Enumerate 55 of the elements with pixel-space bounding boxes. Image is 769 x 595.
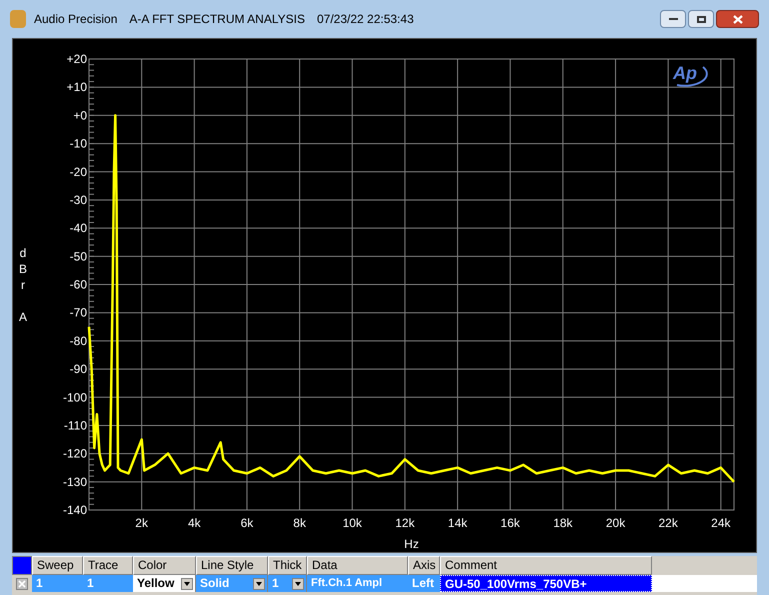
x-tick-label: 4k — [188, 516, 201, 530]
column-header: Sweep — [32, 556, 83, 575]
column-header: Thick — [268, 556, 307, 575]
table-cell: 1 — [83, 575, 133, 592]
y-tick-label: -70 — [70, 306, 87, 320]
x-tick-label: 24k — [711, 516, 731, 530]
y-tick-label: -90 — [70, 362, 87, 376]
x-tick-label: 16k — [500, 516, 520, 530]
y-tick-label: +10 — [66, 80, 87, 94]
y-tick-label: -140 — [62, 503, 87, 517]
logo: Ap — [673, 63, 708, 87]
y-tick-label: -10 — [70, 136, 87, 151]
x-tick-label: 18k — [553, 516, 573, 530]
column-header: Comment — [440, 556, 652, 575]
y-tick-label: -120 — [62, 446, 87, 461]
y-tick-label: -50 — [70, 249, 87, 264]
column-header: Data — [307, 556, 408, 575]
comment-field[interactable]: GU-50_100Vrms_750VB+ — [440, 575, 652, 592]
x-axis-label: Hz — [404, 537, 419, 551]
y-tick-label: -30 — [70, 192, 87, 207]
column-header: Trace — [83, 556, 133, 575]
column-header: Axis — [408, 556, 440, 575]
y-axis-label: dBr A — [19, 246, 27, 324]
maximize-button[interactable] — [688, 10, 714, 28]
x-tick-label: 2k — [135, 516, 148, 530]
y-tick-label: -60 — [70, 278, 87, 292]
close-icon — [732, 14, 742, 24]
table-cell: Fft.Ch.1 Ampl — [307, 575, 408, 592]
x-tick-label: 20k — [606, 516, 626, 530]
minimize-button[interactable] — [660, 10, 686, 28]
y-tick-label: +20 — [66, 52, 87, 66]
table-cell: 1 — [32, 575, 83, 592]
y-tick-label: -100 — [62, 390, 87, 404]
y-tick-label: -130 — [62, 474, 87, 489]
app-icon — [10, 10, 26, 28]
x-tick-label: 22k — [658, 516, 678, 530]
column-header: Line Style — [196, 556, 268, 575]
x-tick-label: 14k — [448, 516, 468, 530]
y-tick-label: -80 — [70, 334, 87, 348]
x-tick-label: 12k — [395, 516, 415, 530]
dropdown[interactable]: Yellow — [133, 575, 196, 592]
x-tick-label: 8k — [293, 516, 306, 530]
y-tick-label: +0 — [73, 108, 87, 122]
y-tick-label: -110 — [64, 418, 87, 432]
x-tick-label: 6k — [240, 516, 254, 530]
row-checkbox[interactable] — [16, 578, 28, 590]
x-tick-label: 10k — [342, 516, 362, 530]
y-tick-label: -20 — [70, 164, 87, 179]
window-title: A-A FFT SPECTRUM ANALYSIS — [129, 11, 305, 28]
window-title: Audio Precision — [34, 11, 118, 28]
window-title: 07/23/22 22:53:43 — [316, 11, 414, 28]
y-tick-label: -40 — [70, 221, 87, 236]
table-cell: Left — [408, 575, 440, 592]
close-button[interactable] — [716, 10, 759, 28]
column-header: Color — [133, 556, 196, 575]
